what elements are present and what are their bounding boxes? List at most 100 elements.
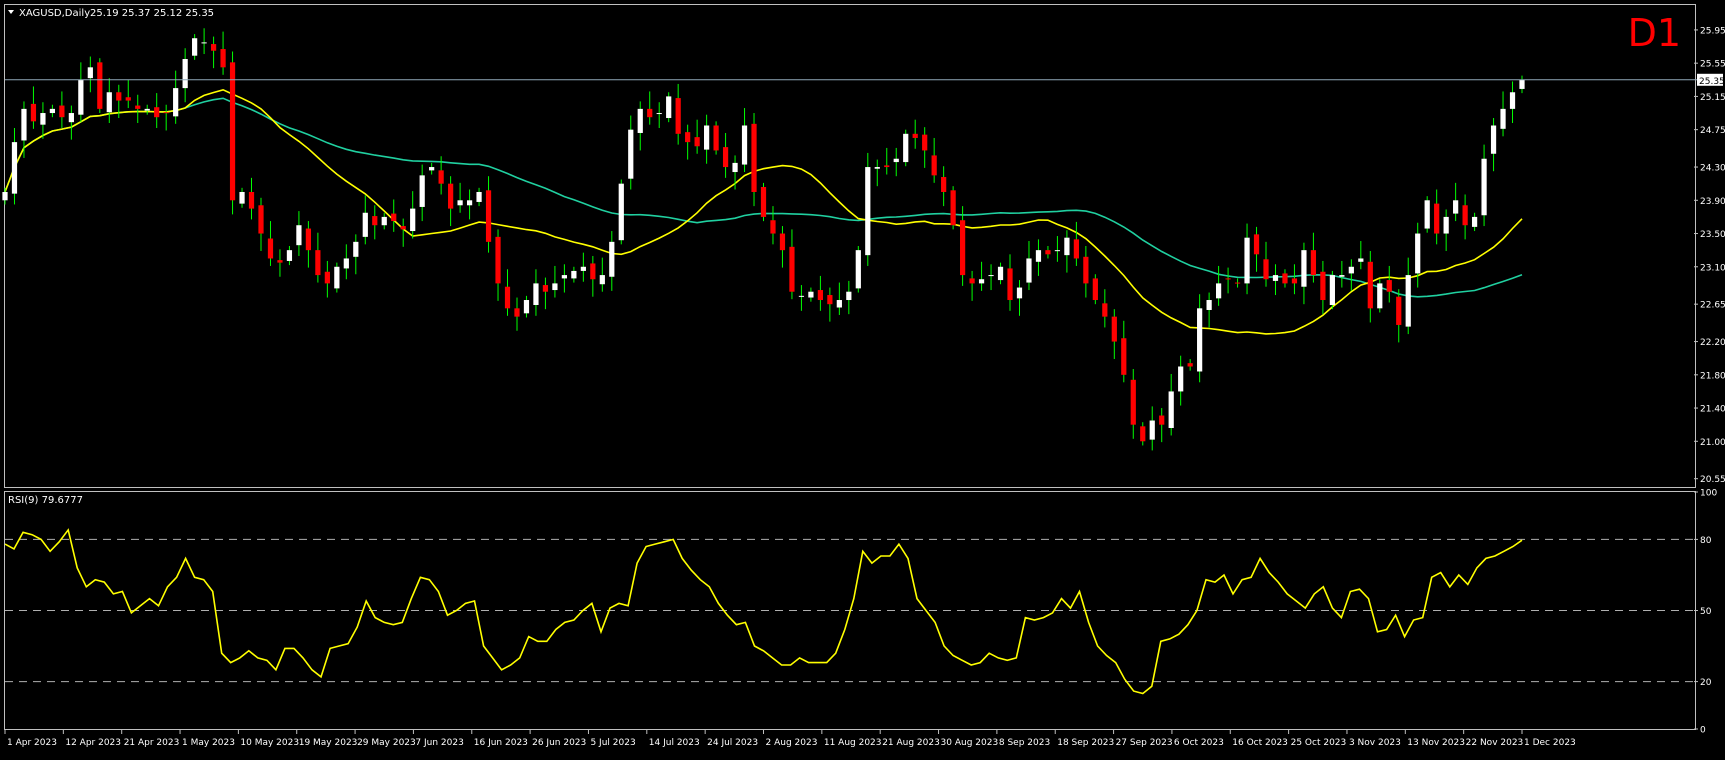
bull-candle-body bbox=[343, 258, 349, 269]
candle bbox=[647, 91, 653, 125]
bull-candle-body bbox=[1415, 233, 1421, 274]
price-tick-label: 20.55 bbox=[1700, 475, 1725, 485]
bear-candle-body bbox=[305, 228, 312, 251]
date-tick-label: 14 Jul 2023 bbox=[649, 738, 700, 748]
candle bbox=[1291, 264, 1298, 295]
bear-candle-body bbox=[779, 233, 786, 251]
bull-candle-body bbox=[637, 108, 643, 133]
bear-candle-body bbox=[315, 250, 321, 276]
bull-candle-body bbox=[334, 266, 340, 289]
candle bbox=[836, 282, 842, 315]
bear-candle-body bbox=[1320, 271, 1326, 301]
bear-candle-body bbox=[789, 246, 795, 292]
candle bbox=[324, 260, 330, 298]
candle bbox=[855, 246, 861, 293]
date-tick-label: 8 Sep 2023 bbox=[999, 738, 1050, 748]
bear-candle-body bbox=[220, 49, 226, 68]
bear-candle-body bbox=[229, 62, 236, 201]
candle bbox=[1225, 267, 1231, 294]
bear-candle-body bbox=[1007, 268, 1013, 301]
dropdown-triangle-icon[interactable] bbox=[8, 10, 14, 14]
bear-candle-body bbox=[135, 105, 141, 109]
bear-candle-body bbox=[210, 44, 217, 51]
bull-candle-body bbox=[808, 291, 814, 298]
bear-candle-body bbox=[514, 308, 520, 317]
bear-candle-body bbox=[685, 132, 691, 143]
bull-candle-body bbox=[1244, 237, 1250, 284]
candle bbox=[381, 212, 387, 230]
candle bbox=[884, 147, 890, 175]
bear-candle-body bbox=[1367, 261, 1373, 309]
date-tick-label: 21 Apr 2023 bbox=[124, 738, 180, 748]
candle bbox=[1310, 232, 1317, 283]
candle bbox=[618, 179, 624, 245]
candle bbox=[1168, 373, 1174, 436]
bear-candle-body bbox=[1073, 239, 1079, 259]
candle bbox=[1244, 223, 1250, 295]
bull-candle-body bbox=[855, 250, 861, 289]
bull-candle-body bbox=[11, 142, 18, 194]
date-tick-label: 16 Oct 2023 bbox=[1232, 738, 1288, 748]
bull-candle-body bbox=[903, 133, 909, 163]
candle bbox=[125, 79, 131, 109]
symbol-label: XAGUSD,Daily bbox=[19, 8, 90, 19]
date-tick-label: 18 Sep 2023 bbox=[1057, 738, 1114, 748]
price-tick-label: 21.40 bbox=[1700, 405, 1725, 415]
bear-candle-body bbox=[116, 92, 122, 101]
candle bbox=[1263, 241, 1269, 287]
candle bbox=[97, 58, 103, 114]
bull-candle-body bbox=[1064, 237, 1070, 256]
candle bbox=[713, 121, 719, 155]
bull-candle-body bbox=[1509, 92, 1516, 109]
candle bbox=[457, 182, 463, 213]
candle bbox=[798, 285, 805, 311]
candle bbox=[267, 221, 274, 266]
date-tick-label: 19 May 2023 bbox=[299, 738, 358, 748]
candle bbox=[1234, 278, 1241, 288]
candle bbox=[391, 199, 397, 232]
candle bbox=[1121, 320, 1127, 383]
date-tick-label: 29 May 2023 bbox=[357, 738, 416, 748]
date-tick-label: 13 Nov 2023 bbox=[1407, 738, 1465, 748]
bear-candle-body bbox=[1092, 278, 1098, 301]
candle bbox=[1092, 274, 1098, 305]
bear-candle-body bbox=[97, 62, 103, 109]
bear-candle-body bbox=[941, 177, 947, 192]
chart-canvas[interactable]: 25.35 25.95 25.55 25.15 24.75 24.30 23.90 23.5… bbox=[0, 0, 1725, 756]
bear-candle-body bbox=[248, 191, 255, 209]
candle bbox=[903, 129, 909, 167]
date-tick-label: 1 Dec 2023 bbox=[1524, 738, 1576, 748]
bull-candle-body bbox=[1178, 366, 1184, 392]
candle bbox=[808, 287, 814, 302]
candle bbox=[144, 104, 150, 115]
date-tick-label: 1 May 2023 bbox=[182, 738, 235, 748]
candle bbox=[1519, 75, 1525, 94]
bull-candle-body bbox=[1490, 125, 1497, 154]
candle bbox=[1140, 422, 1146, 446]
bear-candle-body bbox=[125, 97, 131, 101]
date-tick-label: 2 Aug 2023 bbox=[766, 738, 818, 748]
candle bbox=[1405, 257, 1411, 335]
bull-candle-body bbox=[2, 191, 8, 201]
candle bbox=[846, 280, 852, 315]
trading-chart[interactable]: 25.35 25.95 25.55 25.15 24.75 24.30 23.90 23.5… bbox=[0, 0, 1725, 756]
bull-candle-body bbox=[296, 225, 302, 246]
candle bbox=[11, 127, 18, 205]
candle bbox=[59, 91, 65, 128]
bull-candle-body bbox=[846, 291, 852, 301]
candle bbox=[817, 275, 823, 311]
bear-candle-body bbox=[713, 125, 719, 151]
candle bbox=[466, 189, 473, 220]
date-tick-label: 30 Aug 2023 bbox=[941, 738, 999, 748]
bull-candle-body bbox=[1377, 283, 1383, 309]
candle bbox=[1320, 260, 1326, 315]
bear-candle-body bbox=[770, 220, 776, 234]
candle bbox=[1424, 196, 1430, 233]
bear-candle-body bbox=[1462, 205, 1468, 226]
bear-candle-body bbox=[1121, 338, 1127, 375]
price-tick-label: 23.50 bbox=[1700, 230, 1725, 240]
candle bbox=[1453, 182, 1459, 222]
candle bbox=[229, 51, 236, 215]
bear-candle-body bbox=[950, 190, 956, 226]
bull-candle-body bbox=[988, 275, 994, 277]
